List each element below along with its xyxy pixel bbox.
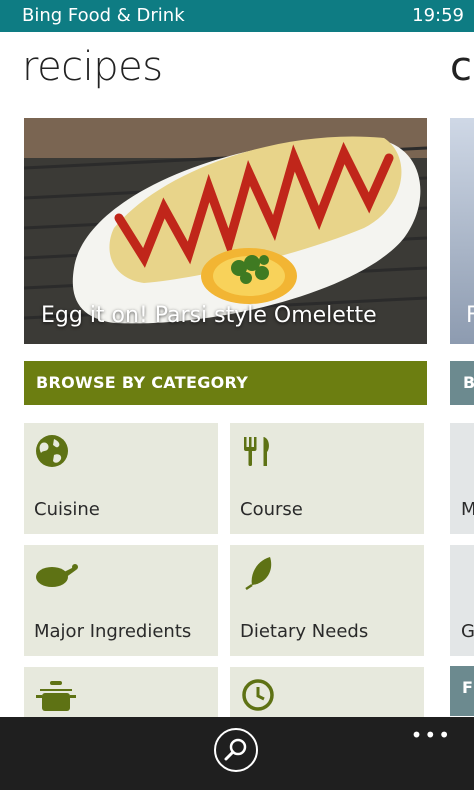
app-name: Bing Food & Drink xyxy=(22,5,185,26)
next-section-tile-peek[interactable]: M xyxy=(450,423,474,534)
tile-course[interactable]: Course xyxy=(230,423,424,534)
featured-recipe-card[interactable]: Egg it on! Parsi style Omelette xyxy=(24,118,427,344)
next-section-header-peek: B xyxy=(450,361,474,405)
more-icon[interactable]: ••• xyxy=(411,723,452,747)
leaf-icon xyxy=(245,557,272,591)
roast-chicken-icon xyxy=(36,564,78,587)
next-hero-peek[interactable]: F xyxy=(450,118,474,344)
next-section-header-letter: B xyxy=(463,373,474,392)
tile-major-ingredients[interactable]: Major Ingredients xyxy=(24,545,218,656)
clock-icon xyxy=(242,679,274,711)
tile-cooking-time[interactable] xyxy=(230,667,424,717)
browse-by-category-label: BROWSE BY CATEGORY xyxy=(36,373,249,392)
tile-label: Course xyxy=(240,499,303,520)
tile-cookware[interactable] xyxy=(24,667,218,717)
globe-icon xyxy=(36,435,68,467)
tile-dietary-needs[interactable]: Dietary Needs xyxy=(230,545,424,656)
search-button[interactable] xyxy=(214,728,258,772)
tile-label: Cuisine xyxy=(34,499,100,520)
fork-knife-icon xyxy=(244,437,269,466)
next-section-tile-letter: G xyxy=(461,621,474,642)
status-bar: Bing Food & Drink 19:59 xyxy=(0,0,474,32)
tile-label: Dietary Needs xyxy=(240,621,369,642)
tile-cuisine[interactable]: Cuisine xyxy=(24,423,218,534)
featured-recipe-title: Egg it on! Parsi style Omelette xyxy=(41,303,377,328)
next-section-tile-peek[interactable]: G xyxy=(450,545,474,656)
pot-icon xyxy=(36,681,76,711)
browse-by-category-header: BROWSE BY CATEGORY xyxy=(24,361,427,405)
next-section-footer-peek[interactable]: F xyxy=(450,666,474,716)
next-section-tile-letter: M xyxy=(461,499,474,520)
search-icon xyxy=(224,738,247,761)
page-title: recipes xyxy=(22,44,163,90)
next-hero-caption-peek: F xyxy=(466,303,474,328)
next-section-title-peek[interactable]: co xyxy=(450,44,474,90)
next-section-footer-letter: F xyxy=(462,678,473,697)
clock: 19:59 xyxy=(412,5,464,26)
app-bar: ••• xyxy=(0,717,474,790)
tile-label: Major Ingredients xyxy=(34,621,192,642)
